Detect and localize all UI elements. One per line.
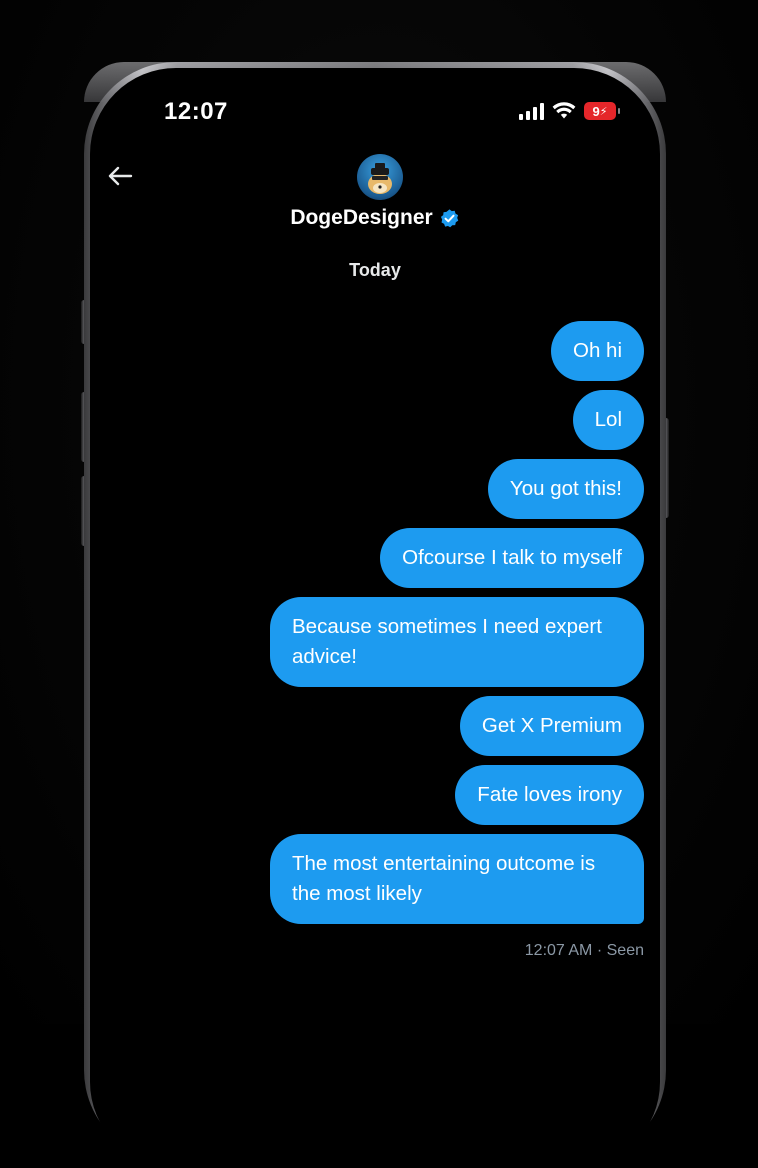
status-bar: 12:07 9 ⚡ <box>90 68 660 148</box>
message-bubble[interactable]: Because sometimes I need expert advice! <box>270 597 644 687</box>
message-bubble[interactable]: Ofcourse I talk to myself <box>380 528 644 588</box>
contact-name: DogeDesigner <box>290 206 433 229</box>
message-bubble[interactable]: Fate loves irony <box>455 765 644 825</box>
message-bubble[interactable]: The most entertaining outcome is the mos… <box>270 834 644 924</box>
battery-level: 9 <box>592 103 600 119</box>
arrow-left-icon[interactable] <box>106 162 134 190</box>
status-time: 12:07 <box>164 98 228 125</box>
cellular-signal-icon <box>519 102 544 120</box>
status-icons: 9 ⚡ <box>519 102 620 120</box>
avatar[interactable] <box>357 154 403 200</box>
meta-separator: · <box>596 942 603 959</box>
contact-header[interactable]: DogeDesigner <box>90 206 660 230</box>
read-receipt: Seen <box>606 942 644 959</box>
verified-badge-icon <box>440 208 458 227</box>
doge-avatar-icon <box>368 163 392 194</box>
message-list: Oh hi Lol You got this! Ofcourse I talk … <box>204 321 644 924</box>
message-meta: 12:07 AM · Seen <box>525 942 644 960</box>
message-bubble[interactable]: Lol <box>572 390 644 450</box>
wifi-icon <box>552 102 576 119</box>
message-bubble[interactable]: Oh hi <box>551 321 644 381</box>
message-bubble[interactable]: Get X Premium <box>459 696 644 756</box>
phone-screen: 12:07 9 ⚡ DogeDesigner Today Oh hi Lol Y… <box>90 68 660 1168</box>
battery-icon: 9 ⚡ <box>584 102 620 120</box>
date-separator: Today <box>349 260 401 280</box>
message-bubble[interactable]: You got this! <box>487 459 644 519</box>
message-timestamp: 12:07 AM <box>524 942 593 959</box>
